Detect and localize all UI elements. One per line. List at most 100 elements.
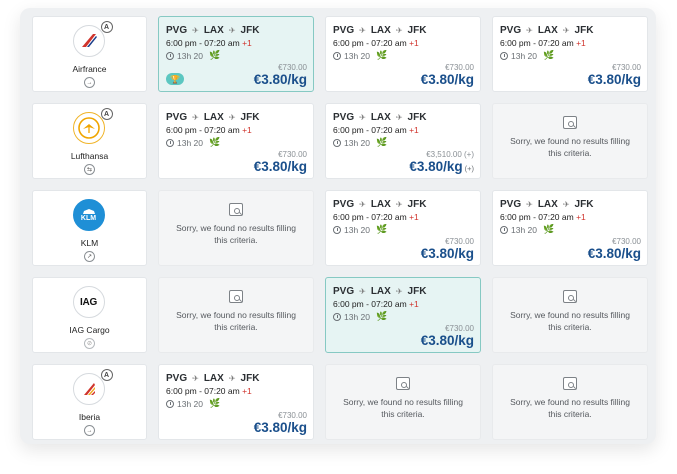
airline-name: KLM <box>80 238 99 248</box>
duration: 13h 20 🌿 <box>166 398 220 409</box>
plane-icon: ✈ <box>228 113 236 122</box>
leaf-icon: 🌿 <box>543 224 555 234</box>
plane-icon: ✈ <box>395 26 403 35</box>
plane-icon: ✈ <box>359 26 366 35</box>
price: €3.80/kg <box>253 72 307 87</box>
empty-message: Sorry, we found no results filling this … <box>510 136 630 158</box>
result-card[interactable]: PVG ✈ LAX ✈ JFK 6:00 pm - 07:20 am +1 13h 20… <box>325 277 481 353</box>
plane-icon: ✈ <box>192 26 199 35</box>
flight-times: 6:00 pm - 07:20 am +1 <box>500 38 586 48</box>
empty-message: Sorry, we found no results filling this … <box>343 397 463 419</box>
clock-icon <box>166 399 174 408</box>
route: PVG ✈ LAX ✈ JFK <box>166 112 260 123</box>
empty-result: Sorry, we found no results filling this … <box>492 103 648 179</box>
leaf-icon: 🌿 <box>376 224 388 234</box>
route: PVG ✈ LAX ✈ JFK <box>333 112 427 123</box>
airline-cell-iberia: A Iberia → <box>32 364 147 440</box>
leaf-icon: 🌿 <box>376 50 388 60</box>
empty-message: Sorry, we found no results filling this … <box>510 397 630 419</box>
plane-icon: ✈ <box>395 200 403 209</box>
plane-icon: ✈ <box>228 374 236 383</box>
flight-times: 6:00 pm - 07:20 am +1 <box>500 212 586 222</box>
duration: 13h 20 🌿 <box>333 50 387 61</box>
empty-message: Sorry, we found no results filling this … <box>176 223 296 245</box>
flight-times: 6:00 pm - 07:20 am +1 <box>166 386 252 396</box>
arrow-icon[interactable]: → <box>84 425 95 436</box>
result-card[interactable]: PVG ✈ LAX ✈ JFK 6:00 pm - 07:20 am +1 13h 20… <box>158 364 314 440</box>
original-price: €730.00 <box>278 63 307 72</box>
klm-logo: KLM <box>72 199 105 231</box>
airline-cell-airfrance: A Airfrance → <box>32 16 147 92</box>
flight-times: 6:00 pm - 07:20 am +1 <box>333 212 419 222</box>
empty-result: Sorry, we found no results filling this … <box>325 364 481 440</box>
plane-icon: ✈ <box>395 287 403 296</box>
duration: 13h 20 🌿 <box>500 50 554 61</box>
flight-times: 6:00 pm - 07:20 am +1 <box>166 38 252 48</box>
result-card[interactable]: PVG ✈ LAX ✈ JFK 6:00 pm - 07:20 am +1 13h 20… <box>158 16 314 92</box>
duration: 13h 20 🌿 <box>333 224 387 235</box>
plane-icon: ✈ <box>228 26 236 35</box>
original-price: €730.00 <box>445 63 474 72</box>
no-results-icon <box>229 290 243 303</box>
trophy-icon: 🏆 <box>166 73 184 85</box>
origin-code: PVG <box>166 25 188 36</box>
result-card[interactable]: PVG ✈ LAX ✈ JFK 6:00 pm - 07:20 am +1 13h 20… <box>325 190 481 266</box>
plane-icon: ✈ <box>562 200 570 209</box>
price: €3.80/kg <box>253 420 307 435</box>
trend-icon[interactable]: ↗ <box>84 251 95 262</box>
airfrance-logo <box>72 25 105 57</box>
plane-icon: ✈ <box>359 200 366 209</box>
leaf-icon: 🌿 <box>209 398 221 408</box>
leaf-icon: 🌿 <box>209 137 221 147</box>
route: PVG ✈ LAX ✈ JFK <box>333 286 427 297</box>
plane-icon: ✈ <box>562 26 570 35</box>
result-card[interactable]: PVG ✈ LAX ✈ JFK 6:00 pm - 07:20 am +1 13h 20… <box>158 103 314 179</box>
plane-icon: ✈ <box>359 287 366 296</box>
price: €3.80/kg <box>420 72 474 87</box>
no-results-icon <box>563 116 577 129</box>
flight-times: 6:00 pm - 07:20 am +1 <box>333 299 419 309</box>
no-results-icon <box>396 377 410 390</box>
empty-result: Sorry, we found no results filling this … <box>158 277 314 353</box>
original-price: €730.00 <box>445 237 474 246</box>
price: €3.80/kg <box>587 72 641 87</box>
clock-icon <box>500 51 508 60</box>
duration: 13h 20 🌿 <box>166 50 220 61</box>
plane-icon: ✈ <box>395 113 403 122</box>
blocked-icon[interactable]: ⊘ <box>84 338 95 349</box>
via-code: LAX <box>203 25 224 36</box>
empty-result: Sorry, we found no results filling this … <box>492 277 648 353</box>
flight-times: 6:00 pm - 07:20 am +1 <box>333 125 419 135</box>
duration: 13h 20 🌿 <box>333 137 387 148</box>
plane-icon: ✈ <box>192 374 199 383</box>
result-card[interactable]: PVG ✈ LAX ✈ JFK 6:00 pm - 07:20 am +1 13h 20… <box>325 103 481 179</box>
airline-name: Iberia <box>78 412 101 422</box>
price: €3.80/kg (+) <box>409 159 474 174</box>
empty-message: Sorry, we found no results filling this … <box>176 310 296 332</box>
result-card[interactable]: PVG ✈ LAX ✈ JFK 6:00 pm - 07:20 am +1 13h 20… <box>325 16 481 92</box>
clock-icon <box>166 51 174 60</box>
result-card[interactable]: PVG ✈ LAX ✈ JFK 6:00 pm - 07:20 am +1 13h 20… <box>492 190 648 266</box>
alliance-badge-icon: A <box>100 369 113 381</box>
airline-name: Lufthansa <box>70 151 109 161</box>
route: PVG ✈ LAX ✈ JFK <box>333 25 427 36</box>
duration: 13h 20 🌿 <box>166 137 220 148</box>
alliance-badge-icon: A <box>100 21 113 33</box>
refresh-icon[interactable]: ⇆ <box>84 164 95 175</box>
airline-name: Airfrance <box>72 64 107 74</box>
arrow-icon[interactable]: → <box>84 77 95 88</box>
clock-icon <box>166 138 174 147</box>
clock-icon <box>333 51 341 60</box>
route: PVG ✈ LAX ✈ JFK <box>166 25 259 36</box>
leaf-icon: 🌿 <box>376 137 388 147</box>
airline-cell-klm: KLM KLM ↗ <box>32 190 147 266</box>
no-results-icon <box>563 290 577 303</box>
route: PVG ✈ LAX ✈ JFK <box>500 25 594 36</box>
airline-cell-lufthansa: A Lufthansa ⇆ <box>32 103 147 179</box>
result-card[interactable]: PVG ✈ LAX ✈ JFK 6:00 pm - 07:20 am +1 13h 20… <box>492 16 648 92</box>
leaf-icon: 🌿 <box>209 50 221 60</box>
empty-result: Sorry, we found no results filling this … <box>158 190 314 266</box>
price: €3.80/kg <box>587 246 641 261</box>
flight-times: 6:00 pm - 07:20 am +1 <box>333 38 419 48</box>
price: €3.80/kg <box>420 333 474 348</box>
